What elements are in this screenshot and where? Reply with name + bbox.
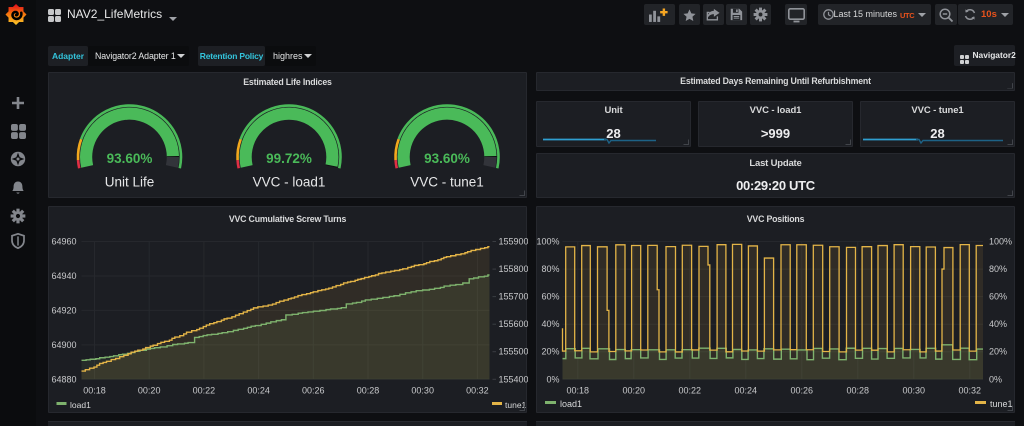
svg-text:155700: 155700: [498, 291, 528, 301]
svg-text:load1: load1: [560, 399, 582, 409]
svg-text:00:18: 00:18: [567, 385, 590, 395]
svg-text:20%: 20%: [541, 346, 559, 356]
svg-text:64900: 64900: [51, 339, 76, 349]
svg-text:00:26: 00:26: [302, 385, 325, 395]
svg-text:80%: 80%: [541, 264, 559, 274]
svg-text:155900: 155900: [498, 236, 528, 246]
svg-text:60%: 60%: [541, 291, 559, 301]
svg-text:64940: 64940: [51, 271, 76, 281]
svg-text:Unit Life: Unit Life: [104, 175, 154, 190]
svg-text:40%: 40%: [989, 319, 1007, 329]
svg-text:00:22: 00:22: [679, 385, 702, 395]
svg-text:00:24: 00:24: [247, 385, 270, 395]
svg-text:40%: 40%: [541, 319, 559, 329]
svg-text:00:20: 00:20: [137, 385, 160, 395]
svg-text:00:28: 00:28: [847, 385, 870, 395]
svg-text:00:24: 00:24: [735, 385, 758, 395]
svg-text:99.72%: 99.72%: [266, 151, 312, 166]
svg-text:64920: 64920: [51, 305, 76, 315]
svg-text:00:20: 00:20: [623, 385, 646, 395]
svg-text:00:26: 00:26: [791, 385, 814, 395]
svg-text:00:30: 00:30: [903, 385, 926, 395]
svg-text:0%: 0%: [989, 374, 1002, 384]
svg-text:93.60%: 93.60%: [106, 151, 152, 166]
svg-text:load1: load1: [70, 400, 91, 410]
svg-text:155600: 155600: [498, 319, 528, 329]
svg-text:20%: 20%: [989, 346, 1007, 356]
svg-text:155500: 155500: [498, 346, 528, 356]
svg-text:00:28: 00:28: [356, 385, 379, 395]
svg-text:00:18: 00:18: [83, 385, 106, 395]
svg-text:155400: 155400: [498, 374, 528, 384]
svg-text:00:22: 00:22: [192, 385, 215, 395]
svg-text:60%: 60%: [989, 291, 1007, 301]
svg-text:00:30: 00:30: [411, 385, 434, 395]
svg-text:64960: 64960: [51, 236, 76, 246]
svg-text:0%: 0%: [546, 374, 559, 384]
svg-text:93.60%: 93.60%: [424, 151, 470, 166]
svg-text:155800: 155800: [498, 264, 528, 274]
svg-text:64880: 64880: [51, 374, 76, 384]
svg-text:VVC - tune1: VVC - tune1: [410, 175, 484, 190]
svg-text:100%: 100%: [537, 236, 560, 246]
svg-text:tune1: tune1: [990, 399, 1013, 409]
svg-text:00:32: 00:32: [466, 385, 489, 395]
svg-text:100%: 100%: [989, 236, 1012, 246]
svg-text:00:32: 00:32: [959, 385, 982, 395]
svg-text:VVC - load1: VVC - load1: [252, 175, 325, 190]
svg-text:80%: 80%: [989, 264, 1007, 274]
